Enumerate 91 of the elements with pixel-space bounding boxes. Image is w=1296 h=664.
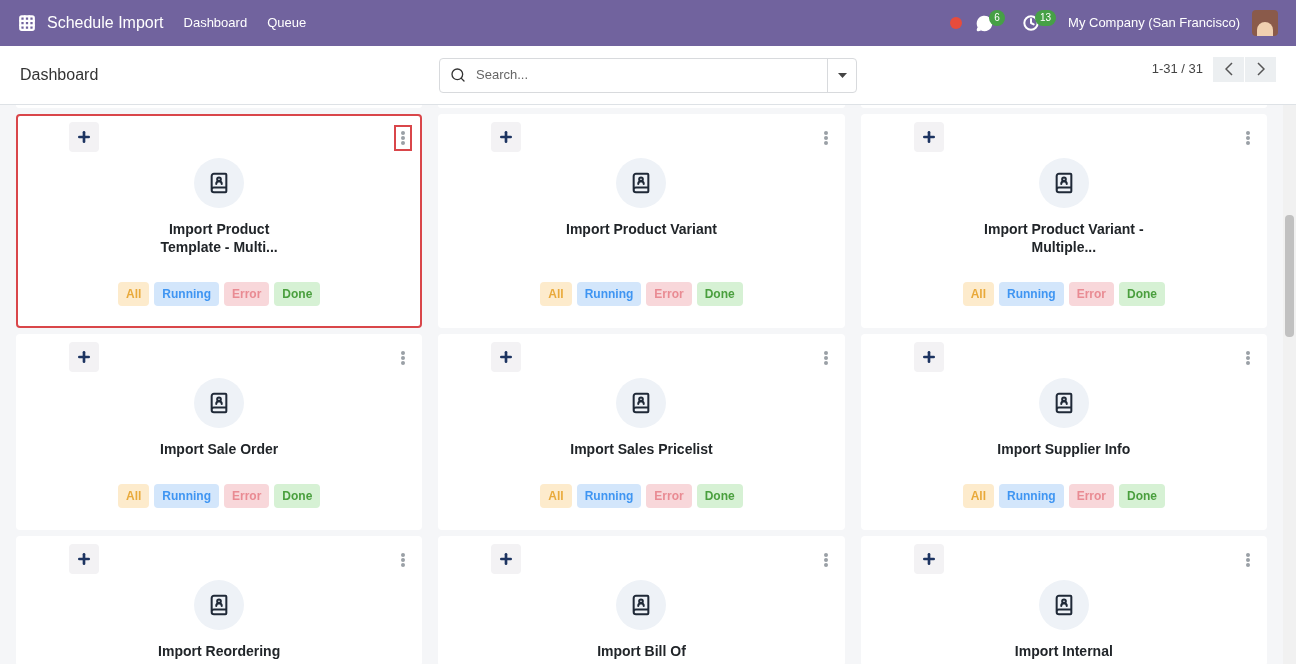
- status-filter-button[interactable]: Done: [1119, 282, 1165, 306]
- import-card[interactable]: Import Product Variant - Multiple... All Running Error Done: [860, 114, 1267, 328]
- plus-icon: [920, 551, 937, 567]
- add-button[interactable]: [913, 122, 944, 152]
- apps-menu-icon[interactable]: [18, 14, 36, 32]
- breadcrumb: Dashboard: [20, 65, 100, 85]
- plus-icon: [76, 349, 92, 365]
- user-avatar[interactable]: [1252, 10, 1278, 36]
- card-title: Import Product Variant: [565, 220, 718, 238]
- card-title: Import Supplier Info: [996, 440, 1132, 458]
- import-card[interactable]: Import Reordering: [16, 536, 423, 664]
- add-button[interactable]: [913, 342, 944, 372]
- kebab-menu-icon: [823, 131, 828, 145]
- import-card[interactable]: Import Product Variant All Running Error Done: [438, 114, 845, 328]
- kebab-menu-icon: [823, 553, 828, 567]
- add-button[interactable]: [491, 544, 522, 574]
- next-page-button[interactable]: [1245, 56, 1276, 82]
- import-card[interactable]: Import Bill Of: [438, 536, 845, 664]
- status-filter-button[interactable]: Running: [999, 484, 1064, 508]
- import-card[interactable]: Import Product Template - Multi... All Running Error Done: [16, 114, 423, 328]
- status-filter-button[interactable]: All: [118, 484, 150, 508]
- add-button[interactable]: [913, 544, 944, 574]
- nav-menu-item[interactable]: Dashboard: [183, 13, 248, 33]
- card-title: Import Internal: [1013, 642, 1114, 660]
- status-filter-button[interactable]: Error: [646, 282, 692, 306]
- import-card[interactable]: Import Sales Pricelist All Running Error Done: [438, 334, 845, 530]
- import-card[interactable]: Import Supplier Info All Running Error Done: [860, 334, 1267, 530]
- plus-icon: [920, 349, 937, 365]
- kebab-menu-icon: [823, 351, 828, 365]
- status-filter-button[interactable]: Done: [274, 282, 321, 306]
- status-filter-button[interactable]: Error: [224, 484, 270, 508]
- status-filter-button[interactable]: All: [540, 484, 572, 508]
- status-filter-button[interactable]: All: [962, 282, 994, 306]
- plus-icon: [498, 551, 515, 567]
- search-input[interactable]: Search...: [476, 65, 827, 85]
- status-filter-button[interactable]: All: [540, 282, 572, 306]
- status-filter-button[interactable]: Running: [576, 484, 642, 508]
- add-button[interactable]: [69, 544, 99, 574]
- add-button[interactable]: [491, 122, 522, 152]
- add-button[interactable]: [69, 122, 99, 152]
- plus-icon: [498, 129, 515, 145]
- company-name[interactable]: My Company (San Francisco): [1068, 13, 1240, 33]
- kebab-menu-icon: [401, 351, 406, 365]
- plus-icon: [76, 129, 92, 145]
- card-title: Import Product Template - Multi...: [159, 220, 279, 256]
- import-card[interactable]: Import Internal: [860, 536, 1267, 664]
- search-field[interactable]: Search...: [439, 57, 857, 93]
- chevron-left-icon: [1224, 62, 1233, 76]
- card-title: Import Sale Order: [159, 440, 280, 458]
- status-filter-button[interactable]: Running: [154, 484, 219, 508]
- card-title: Import Bill Of: [596, 642, 687, 660]
- card-title: Import Reordering: [157, 642, 282, 660]
- status-filter-button[interactable]: Running: [576, 282, 642, 306]
- card-title: Import Product Variant - Multiple...: [983, 220, 1144, 256]
- import-card[interactable]: Import Sale Order All Running Error Done: [16, 334, 423, 530]
- status-filter-button[interactable]: Done: [1119, 484, 1165, 508]
- status-filter-button[interactable]: Error: [1068, 282, 1114, 306]
- search-icon: [450, 67, 466, 83]
- status-filter-button[interactable]: All: [118, 282, 150, 306]
- status-filter-button[interactable]: Error: [646, 484, 692, 508]
- activities-count: 13: [1034, 10, 1057, 26]
- kebab-menu-icon: [1246, 553, 1250, 567]
- kebab-menu-icon: [401, 553, 406, 567]
- status-filter-button[interactable]: All: [962, 484, 994, 508]
- caret-icon: [837, 72, 847, 78]
- messages-icon[interactable]: [976, 14, 994, 32]
- app-title: Schedule Import: [47, 13, 164, 33]
- add-button[interactable]: [491, 342, 522, 372]
- scrollbar-drawing[interactable]: [1283, 105, 1296, 664]
- activities-icon[interactable]: [1022, 15, 1039, 31]
- status-filter-button[interactable]: Running: [999, 282, 1064, 306]
- status-filter-button[interactable]: Running: [154, 282, 219, 306]
- kebab-menu-icon: [401, 131, 406, 145]
- plus-icon: [76, 551, 92, 567]
- more-options-button[interactable]: [394, 125, 413, 151]
- status-filter-button[interactable]: Done: [274, 484, 321, 508]
- pager-value: 1-31 / 31: [1151, 60, 1203, 79]
- add-button[interactable]: [69, 342, 99, 372]
- card-title: Import Sales Pricelist: [569, 440, 714, 458]
- status-filter-button[interactable]: Error: [1068, 484, 1114, 508]
- kebab-menu-icon: [1246, 131, 1250, 145]
- plus-icon: [498, 349, 515, 365]
- previous-page-button[interactable]: [1213, 56, 1244, 82]
- status-filter-button[interactable]: Done: [696, 484, 743, 508]
- nav-menu-item[interactable]: Queue: [267, 13, 307, 33]
- status-filter-button[interactable]: Error: [224, 282, 270, 306]
- plus-icon: [920, 129, 937, 145]
- chevron-right-icon: [1256, 62, 1265, 76]
- status-filter-button[interactable]: Done: [696, 282, 743, 306]
- kebab-menu-icon: [1246, 351, 1250, 365]
- messages-count: 6: [989, 10, 1005, 26]
